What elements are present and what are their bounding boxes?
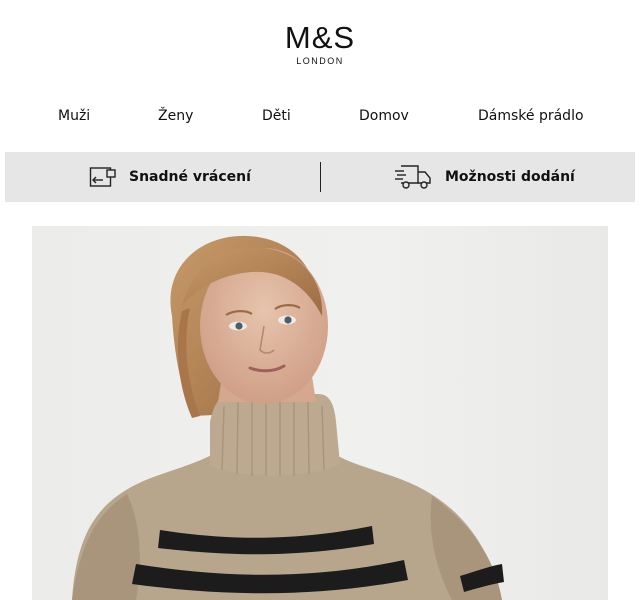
- main-nav: Muži Ženy Děti Domov Dámské prádlo: [0, 108, 640, 130]
- brand-logo[interactable]: M&S LONDON: [0, 20, 640, 67]
- logo-text: M&S: [284, 20, 356, 55]
- nav-item-lingerie[interactable]: Dámské prádlo: [478, 108, 584, 124]
- benefits-bar: Snadné vrácení Možnosti dodání: [5, 152, 635, 202]
- easy-returns-link[interactable]: Snadné vrácení: [89, 152, 251, 202]
- nav-item-home[interactable]: Domov: [359, 108, 409, 124]
- delivery-truck-icon: [393, 163, 433, 191]
- logo-tagline: LONDON: [296, 56, 344, 66]
- delivery-options-label: Možnosti dodání: [445, 169, 575, 185]
- easy-returns-label: Snadné vrácení: [129, 169, 251, 185]
- hero-image[interactable]: [32, 226, 608, 600]
- delivery-options-link[interactable]: Možnosti dodání: [393, 152, 575, 202]
- nav-item-men[interactable]: Muži: [58, 108, 90, 124]
- nav-item-women[interactable]: Ženy: [158, 108, 193, 124]
- nav-item-kids[interactable]: Děti: [262, 108, 291, 124]
- return-box-icon: [89, 165, 117, 189]
- benefits-divider: [320, 162, 321, 192]
